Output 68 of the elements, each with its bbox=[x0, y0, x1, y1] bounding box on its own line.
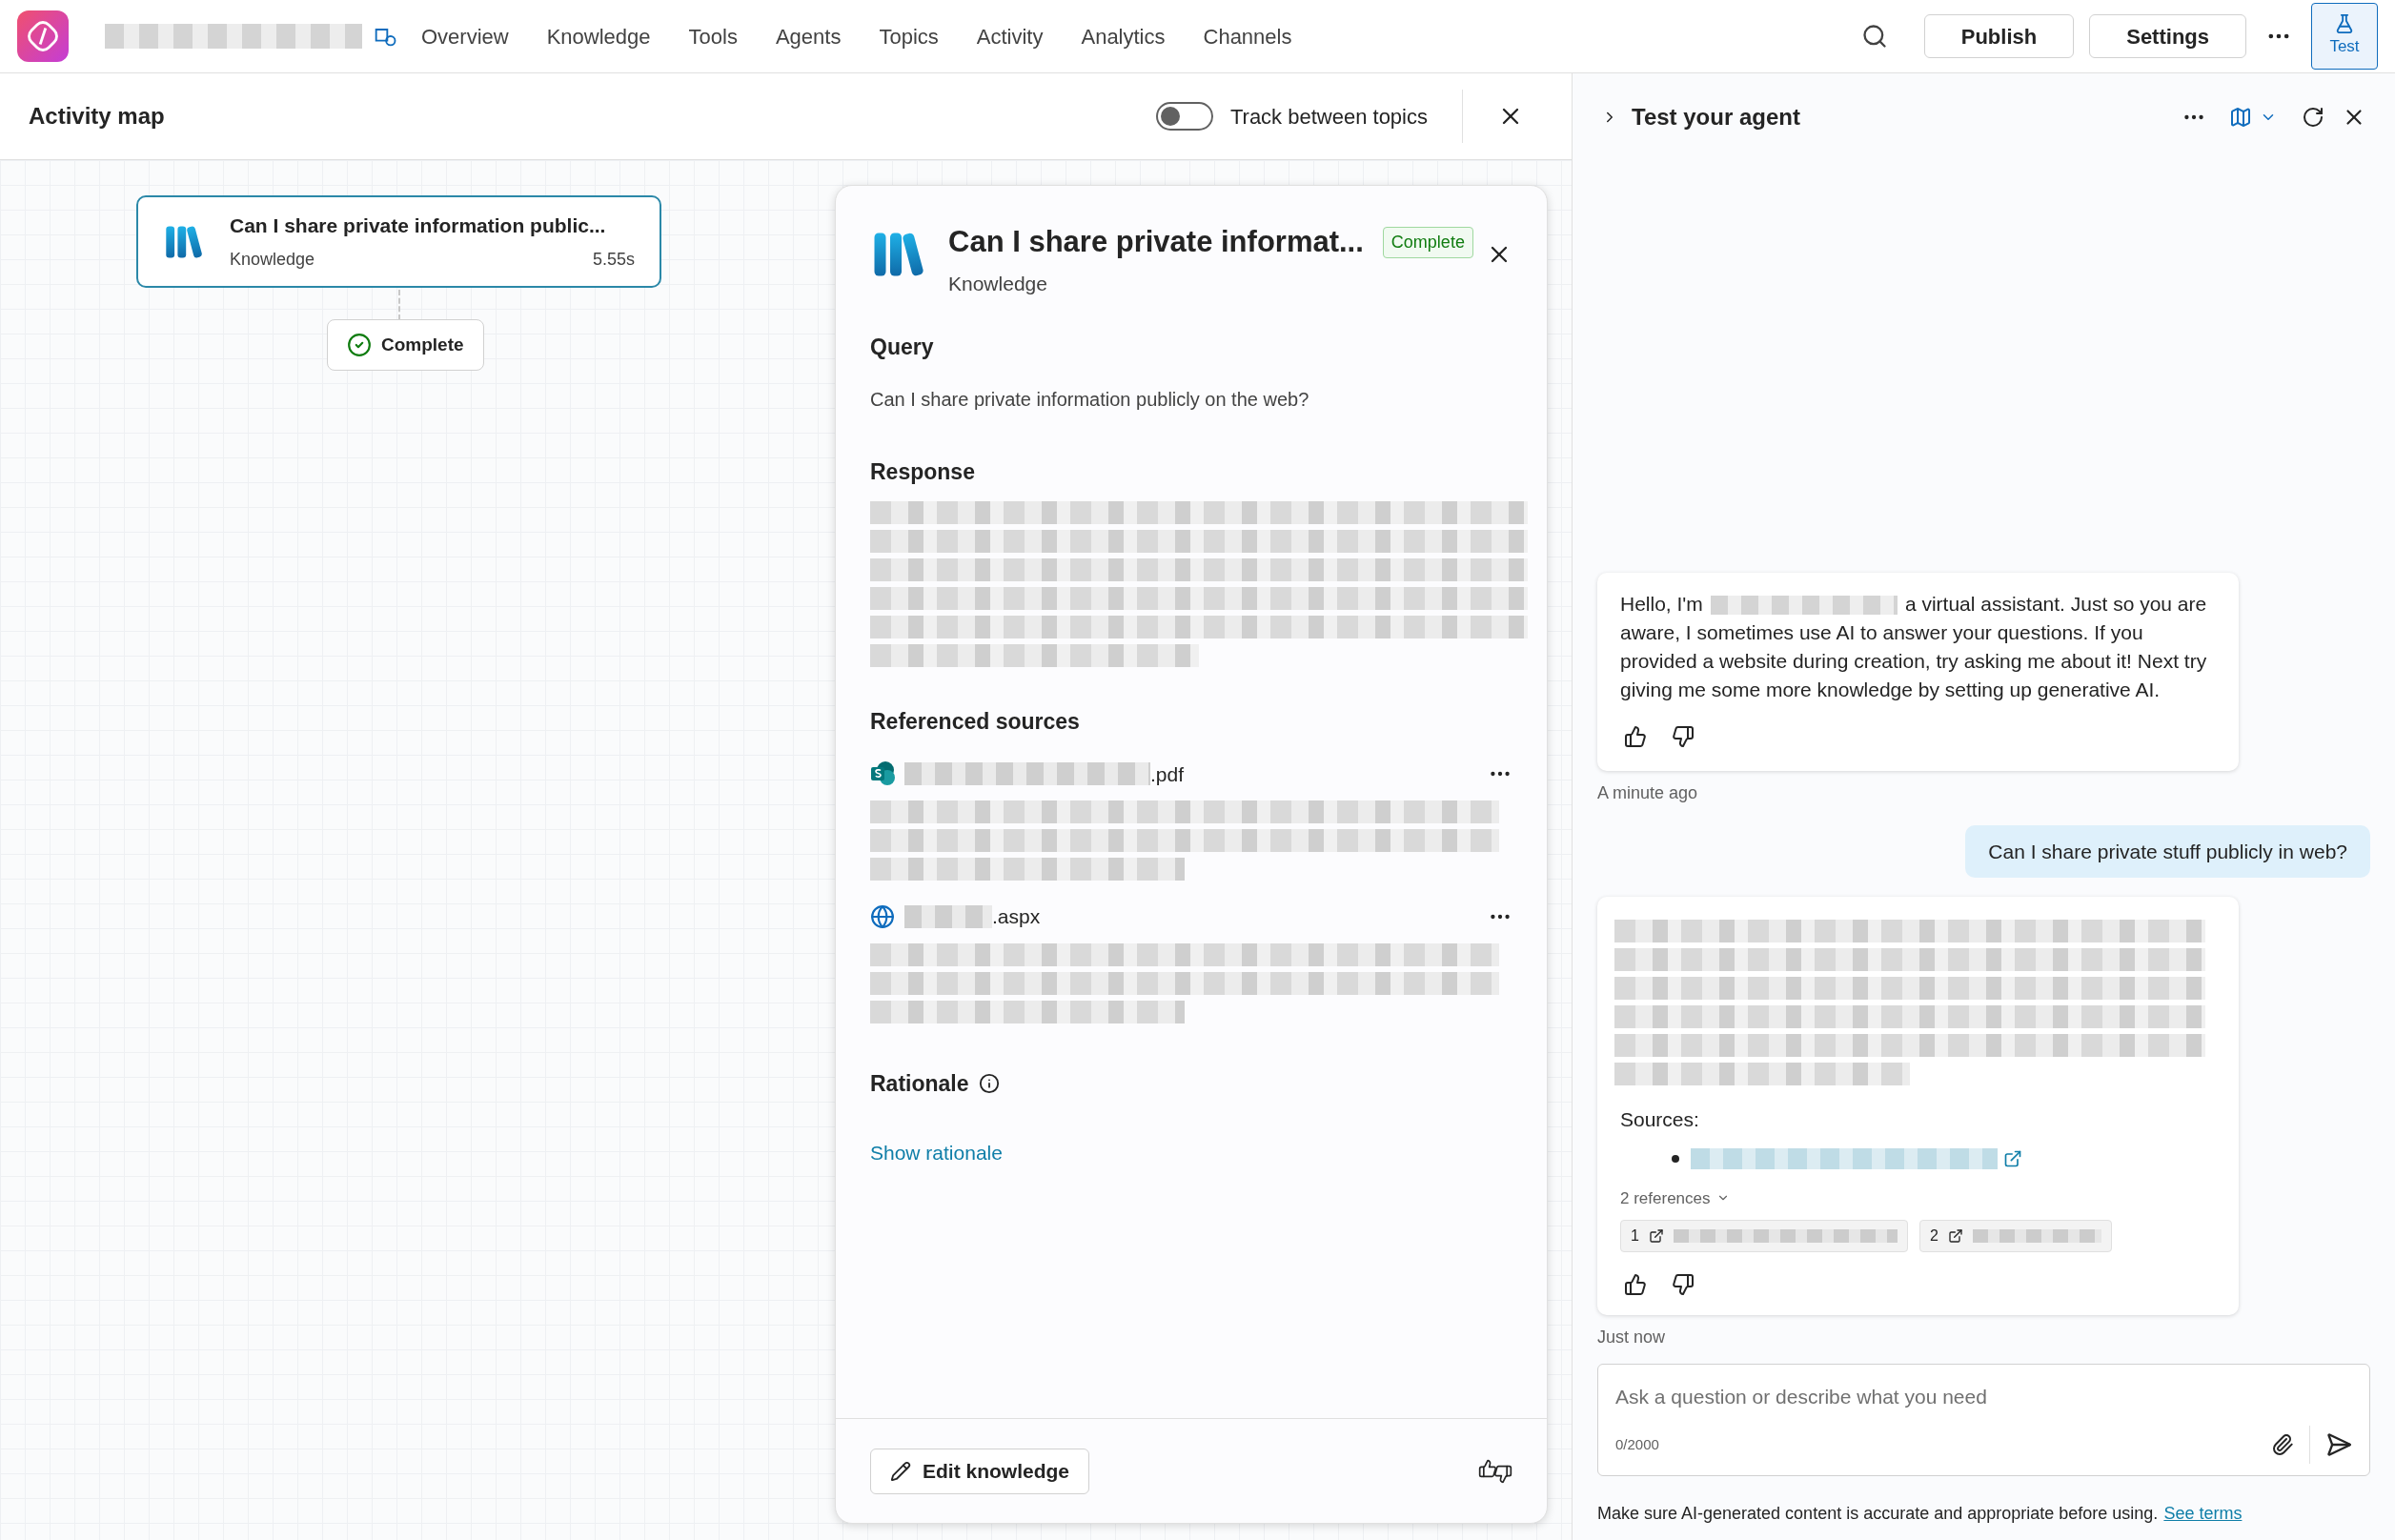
reference-chip[interactable]: 1 bbox=[1620, 1220, 1908, 1252]
nav-link[interactable]: Tools bbox=[688, 20, 738, 52]
nav-link[interactable]: Overview bbox=[421, 20, 509, 52]
thumbs-down-icon[interactable] bbox=[1672, 1273, 1695, 1296]
nav-link[interactable]: Agents bbox=[775, 20, 842, 52]
bullet-icon bbox=[1672, 1154, 1679, 1163]
publish-button[interactable]: Publish bbox=[1923, 14, 2075, 58]
thumbs-up-icon[interactable] bbox=[1624, 1273, 1647, 1296]
see-terms-link[interactable]: See terms bbox=[2163, 1501, 2243, 1527]
reference-number: 1 bbox=[1631, 1226, 1639, 1246]
send-icon[interactable] bbox=[2325, 1431, 2352, 1458]
panel-title: Can I share private informat... bbox=[948, 224, 1364, 260]
message-time: Just now bbox=[1597, 1327, 1667, 1348]
nav-link[interactable]: Channels bbox=[1203, 20, 1292, 52]
section-heading: Response bbox=[870, 457, 976, 486]
app-logo bbox=[17, 10, 69, 62]
check-icon bbox=[347, 333, 372, 357]
panel-subtitle: Knowledge bbox=[948, 271, 1048, 296]
character-counter: 0/2000 bbox=[1615, 1434, 1659, 1454]
external-link-icon bbox=[1947, 1228, 1963, 1244]
status-badge: Complete bbox=[1382, 226, 1473, 258]
node-duration: 5.55s bbox=[592, 248, 635, 271]
settings-button[interactable]: Settings bbox=[2089, 14, 2246, 58]
node-title: Can I share private information public... bbox=[230, 213, 607, 239]
chat-input[interactable]: Ask a question or describe what you need bbox=[1615, 1382, 2352, 1412]
reference-chip[interactable]: 2 bbox=[1919, 1220, 2112, 1252]
reference-number: 2 bbox=[1930, 1226, 1938, 1246]
section-heading: Referenced sources bbox=[870, 708, 1081, 736]
panel-title: Activity map bbox=[29, 102, 165, 131]
test-button[interactable]: Test bbox=[2311, 3, 2378, 70]
flask-icon bbox=[2334, 13, 2355, 35]
panel-title: Test your agent bbox=[1632, 102, 1800, 132]
thumbs-up-icon[interactable] bbox=[1624, 724, 1647, 748]
status-label: Complete bbox=[381, 333, 464, 356]
sources-label: Sources: bbox=[1620, 1107, 1700, 1132]
search-icon[interactable] bbox=[1860, 23, 1888, 50]
chat-input-field[interactable]: Ask a question or describe what you need 0/2000 bbox=[1597, 1364, 2370, 1476]
show-rationale-link[interactable]: Show rationale bbox=[870, 1138, 1003, 1168]
source-name[interactable]: .aspx bbox=[992, 902, 1041, 932]
globe-icon bbox=[870, 903, 895, 929]
section-heading: Rationale bbox=[870, 1069, 969, 1098]
disclaimer-text: Make sure AI-generated content is accurate and appropriate before using. bbox=[1597, 1503, 2159, 1525]
info-icon[interactable] bbox=[978, 1072, 1000, 1094]
message-time: A minute ago bbox=[1597, 781, 1699, 804]
node-card[interactable]: Can I share private information public... Knowledge 5.55s bbox=[136, 195, 661, 288]
sharepoint-icon bbox=[870, 761, 895, 787]
source-name[interactable]: .pdf bbox=[1150, 759, 1185, 789]
external-link-icon bbox=[1648, 1228, 1664, 1244]
nav-link[interactable]: Topics bbox=[879, 20, 939, 52]
nav-link[interactable]: Knowledge bbox=[546, 20, 651, 52]
edit-knowledge-button[interactable]: Edit knowledge bbox=[870, 1448, 1089, 1494]
map-icon[interactable] bbox=[2229, 105, 2252, 129]
pencil-icon bbox=[890, 1460, 911, 1482]
nav-link[interactable]: Analytics bbox=[1081, 20, 1166, 52]
attach-icon[interactable] bbox=[2271, 1433, 2294, 1456]
message-text: Hello, I'm a virtual assistant. Just so you are aware, I sometimes use AI to answer your questions. If you provided a website during creation, try asking me about it! Next try giving me some more knowledge by setting up generative AI. bbox=[1620, 591, 2208, 702]
user-message: Can I share private stuff publicly in web? bbox=[1965, 824, 2370, 878]
references-toggle[interactable]: 2 references bbox=[1620, 1185, 1711, 1210]
thumbs-down-icon[interactable] bbox=[1672, 724, 1695, 748]
query-text: Can I share private information publicly on the web? bbox=[870, 387, 1310, 412]
section-heading: Query bbox=[870, 334, 935, 361]
refresh-icon[interactable] bbox=[2302, 105, 2324, 129]
external-link-icon[interactable] bbox=[2003, 1148, 2022, 1168]
node-subtitle: Knowledge bbox=[230, 248, 315, 271]
toggle-switch[interactable] bbox=[1155, 102, 1213, 131]
toggle-label: Track between topics bbox=[1229, 103, 1428, 131]
nav-link[interactable]: Activity bbox=[976, 20, 1044, 52]
feedback-icon[interactable] bbox=[1478, 1458, 1512, 1484]
